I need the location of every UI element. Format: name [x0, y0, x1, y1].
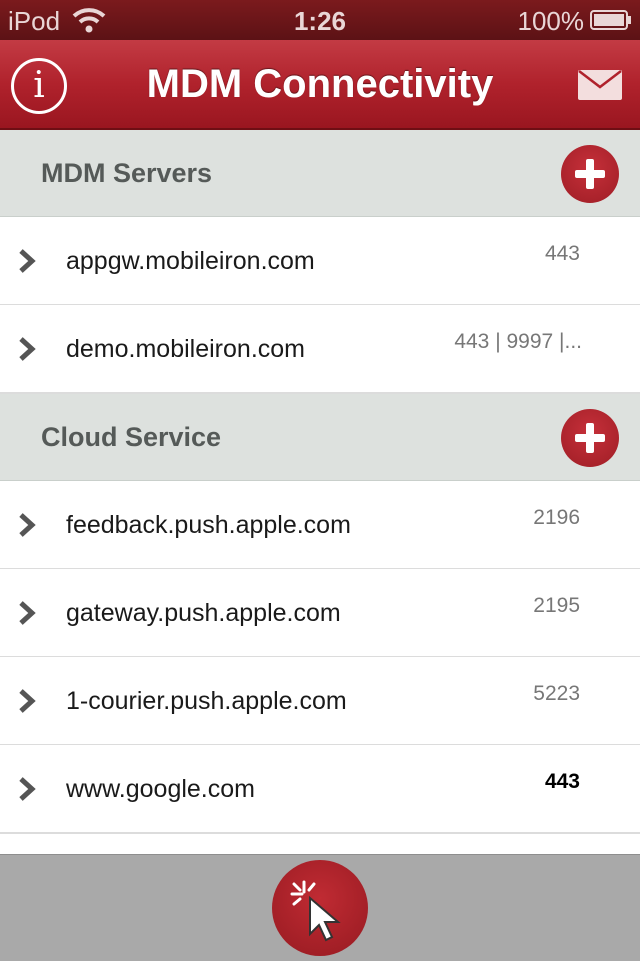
list-item[interactable]: gateway.push.apple.com 2195: [0, 569, 640, 658]
port-label: 443: [544, 770, 580, 793]
list-item[interactable]: appgw.mobileiron.com 443: [0, 217, 640, 306]
list-item[interactable]: www.google.com 443: [0, 745, 640, 834]
list-item[interactable]: feedback.push.apple.com 2196: [0, 481, 640, 570]
chevron-right-icon: [19, 689, 36, 713]
host-label: demo.mobileiron.com: [66, 335, 305, 363]
chevron-right-icon: [19, 513, 36, 537]
list-item[interactable]: demo.mobileiron.com 443 | 9997 |...: [0, 305, 640, 394]
section-header-cloud-service: Cloud Service: [0, 394, 640, 481]
port-label: 443 | 9997 |...: [454, 330, 582, 353]
host-label: www.google.com: [66, 775, 255, 803]
add-service-button[interactable]: [561, 409, 619, 467]
section-title: Cloud Service: [41, 422, 222, 452]
port-label: 5223: [533, 682, 580, 705]
port-label: 443: [544, 242, 580, 265]
test-connectivity-button[interactable]: [272, 860, 368, 956]
section-header-mdm-servers: MDM Servers: [0, 130, 640, 217]
mail-icon[interactable]: [578, 70, 622, 100]
chevron-right-icon: [19, 777, 36, 801]
nav-bar: MDM Connectivity: [0, 40, 640, 130]
status-bar: iPod 1:26 100%: [0, 0, 640, 40]
battery-percent: 100%: [517, 6, 585, 36]
cursor-click-icon: [290, 880, 341, 942]
chevron-right-icon: [19, 601, 36, 625]
port-label: 2196: [533, 506, 580, 529]
host-label: appgw.mobileiron.com: [66, 247, 315, 275]
host-label: gateway.push.apple.com: [66, 599, 341, 627]
info-icon: i: [33, 65, 45, 106]
chevron-right-icon: [19, 337, 36, 361]
list-item[interactable]: 1-courier.push.apple.com 5223: [0, 657, 640, 746]
info-button[interactable]: i: [11, 58, 67, 114]
host-label: feedback.push.apple.com: [66, 511, 351, 539]
add-server-button[interactable]: [561, 145, 619, 203]
battery-icon: [590, 10, 631, 30]
section-title: MDM Servers: [41, 158, 213, 188]
page-title: MDM Connectivity: [146, 62, 494, 106]
host-label: 1-courier.push.apple.com: [66, 687, 347, 715]
port-label: 2195: [533, 594, 580, 617]
chevron-right-icon: [19, 249, 36, 273]
